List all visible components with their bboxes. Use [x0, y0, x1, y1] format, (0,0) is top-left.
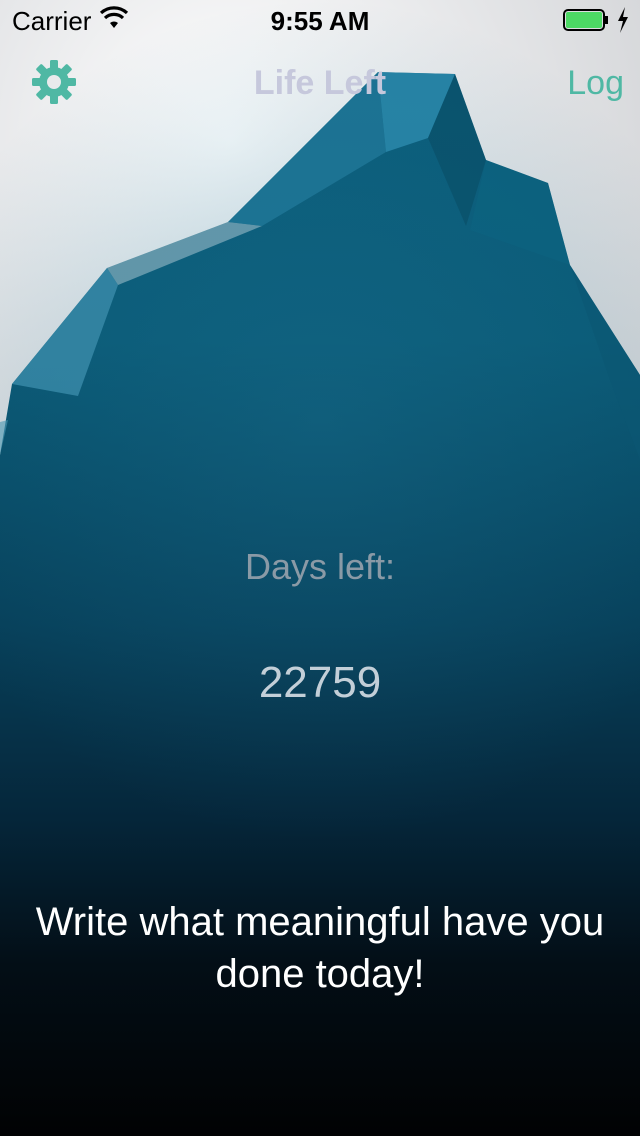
- navigation-bar: Life Left Log: [0, 40, 640, 128]
- write-prompt-button[interactable]: Write what meaningful have you done toda…: [20, 896, 620, 1000]
- log-button[interactable]: Log: [567, 64, 624, 103]
- charging-bolt-icon: [618, 7, 628, 33]
- battery-icon: [563, 9, 608, 31]
- days-left-value: 22759: [258, 658, 382, 707]
- status-time: 9:55 AM: [270, 6, 370, 36]
- status-bar: Carrier 9:55 AM: [0, 0, 640, 40]
- days-left-label: Days left:: [244, 546, 396, 587]
- page-title: Life Left: [253, 64, 387, 102]
